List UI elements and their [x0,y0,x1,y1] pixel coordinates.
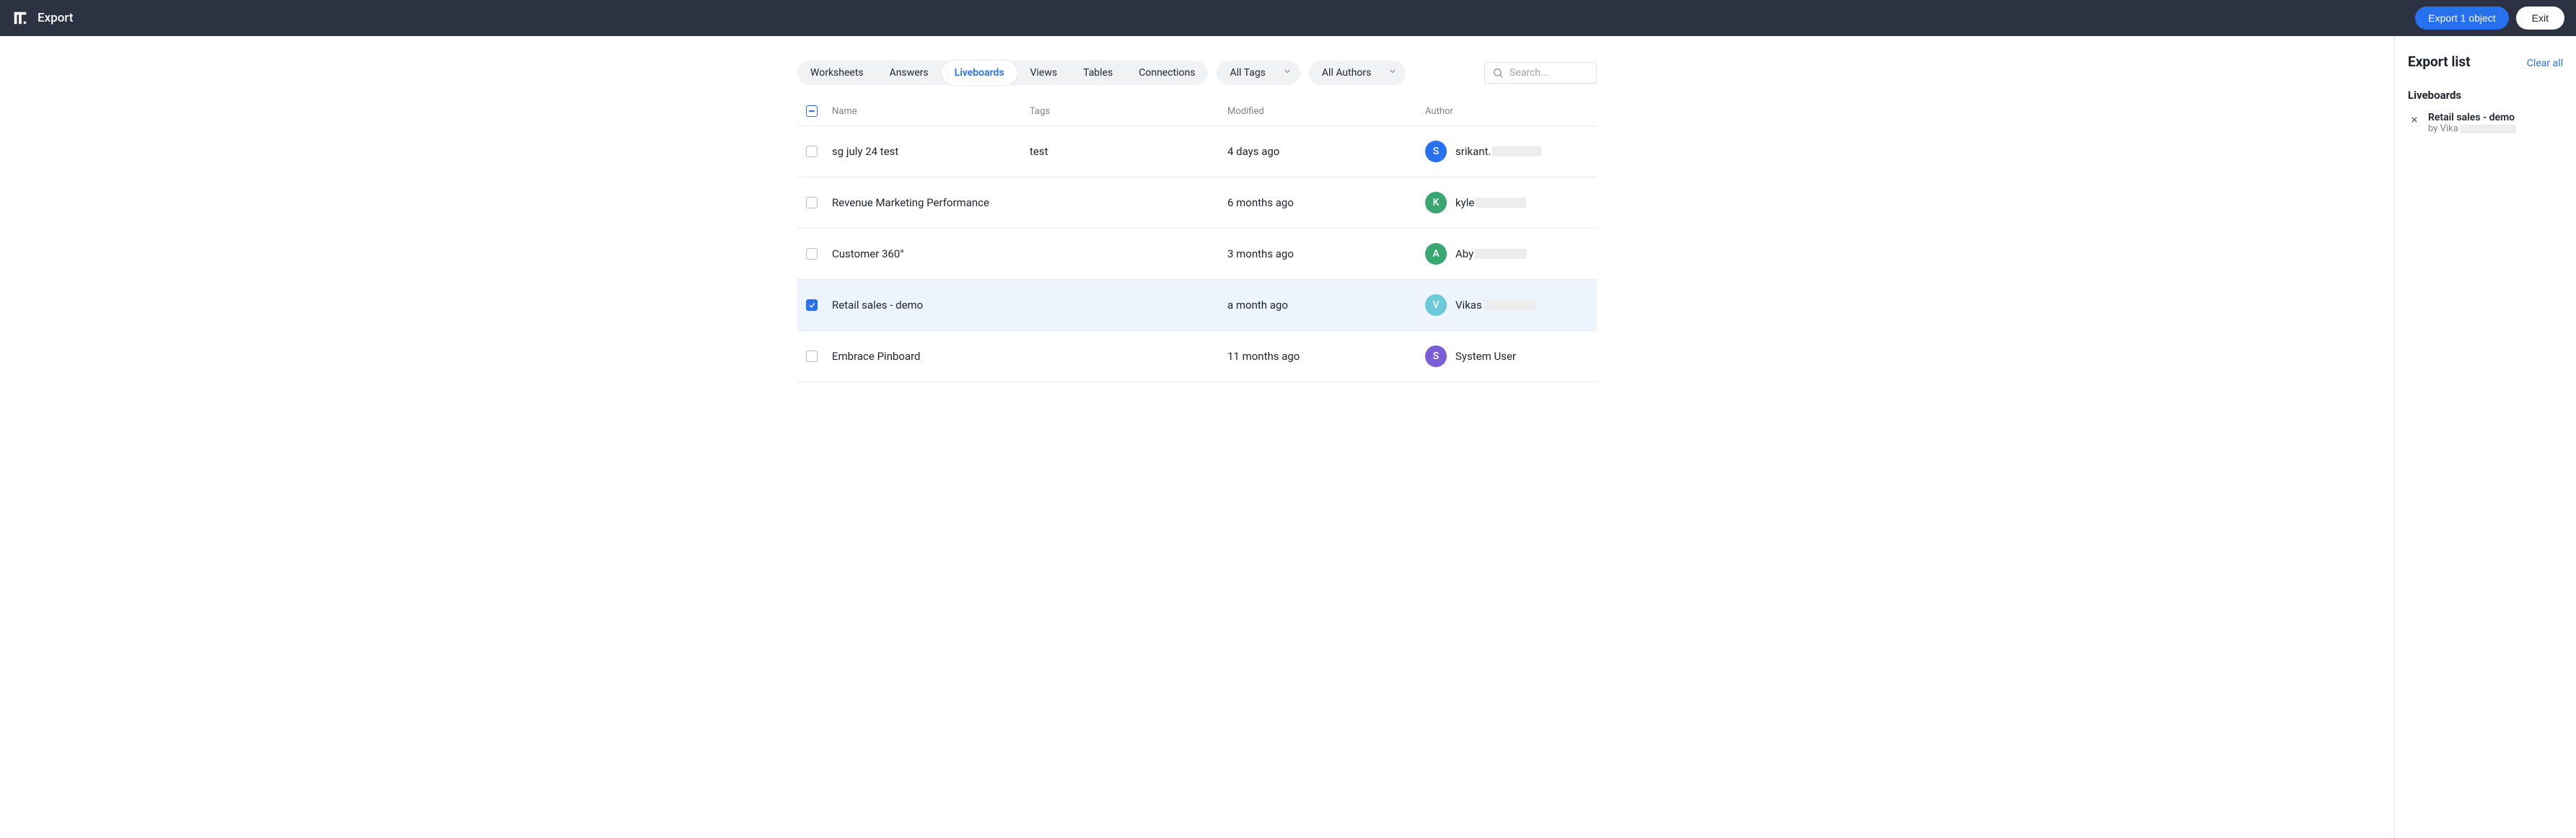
chevron-down-icon [1388,67,1397,79]
author-name: kyle [1455,196,1526,209]
row-name: sg july 24 test [832,145,1030,158]
row-modified: 11 months ago [1227,350,1425,363]
column-header-name[interactable]: Name [832,106,1030,117]
export-item: Retail sales - demoby Vika [2408,112,2563,134]
row-checkbox[interactable] [806,248,818,260]
column-header-modified[interactable]: Modified [1227,106,1425,117]
toolbar: WorksheetsAnswersLiveboardsViewsTablesCo… [797,61,1597,85]
row-author: Kkyle [1425,192,1588,213]
table-row[interactable]: Retail sales - demo a month agoV Vikas [797,280,1597,331]
redacted-text [2460,125,2516,133]
row-checkbox[interactable] [806,197,818,208]
search-icon [1492,67,1504,79]
authors-filter[interactable]: All Authors [1309,61,1406,85]
sidebar-section-title: Liveboards [2408,89,2563,102]
sidebar-title: Export list [2408,53,2471,70]
export-button[interactable]: Export 1 object [2415,6,2508,30]
clear-all-link[interactable]: Clear all [2527,58,2563,69]
close-icon [2411,116,2418,123]
row-checkbox[interactable] [806,350,818,362]
avatar: S [1425,141,1447,162]
table-row[interactable]: sg july 24 testtest4 days agoSsrikant. [797,126,1597,177]
author-name: srikant. [1455,145,1541,158]
authors-filter-label: All Authors [1322,67,1371,79]
tab-tables[interactable]: Tables [1070,61,1126,85]
export-item-author: by Vika [2428,123,2516,134]
tab-liveboards[interactable]: Liveboards [942,61,1017,85]
type-tabs: WorksheetsAnswersLiveboardsViewsTablesCo… [797,61,1208,85]
search-input[interactable] [1510,67,1589,79]
row-author: S System User [1425,345,1588,367]
row-checkbox[interactable] [806,299,818,311]
select-all-checkbox[interactable] [806,105,818,117]
row-tags: test [1030,145,1227,158]
exit-button[interactable]: Exit [2516,6,2564,30]
tab-connections[interactable]: Connections [1126,61,1208,85]
redacted-text [1492,146,1541,156]
table-row[interactable]: Customer 360° 3 months agoA Aby [797,229,1597,280]
avatar: A [1425,243,1447,265]
row-name: Revenue Marketing Performance [832,196,1030,209]
logo-icon [12,10,28,26]
table-header: Name Tags Modified Author [797,105,1597,126]
row-author: V Vikas [1425,294,1588,316]
row-modified: 3 months ago [1227,247,1425,260]
export-item-title: Retail sales - demo [2428,112,2516,123]
author-name: Aby [1455,247,1527,260]
row-name: Customer 360° [832,247,1030,260]
export-items-list: Retail sales - demoby Vika [2408,112,2563,134]
redacted-text [1484,300,1535,310]
tags-filter[interactable]: All Tags [1217,61,1300,85]
remove-item-button[interactable] [2408,113,2421,126]
table-row[interactable]: Revenue Marketing Performance 6 months ag… [797,177,1597,229]
author-name: System User [1455,350,1516,363]
export-sidebar: Export list Clear all Liveboards Retail … [2394,36,2576,838]
search-box[interactable] [1484,62,1597,84]
redacted-text [1476,198,1526,208]
column-header-author[interactable]: Author [1425,106,1588,117]
tab-answers[interactable]: Answers [877,61,942,85]
row-name: Retail sales - demo [832,299,1030,312]
main-content: WorksheetsAnswersLiveboardsViewsTablesCo… [0,36,2394,838]
tab-views[interactable]: Views [1017,61,1071,85]
top-bar: Export Export 1 object Exit [0,0,2576,36]
avatar: K [1425,192,1447,213]
row-checkbox[interactable] [806,146,818,157]
redacted-text [1475,249,1527,259]
row-modified: 6 months ago [1227,196,1425,209]
row-modified: a month ago [1227,299,1425,312]
avatar: S [1425,345,1447,367]
row-author: A Aby [1425,243,1588,265]
page-title: Export [38,11,73,25]
row-author: Ssrikant. [1425,141,1588,162]
row-name: Embrace Pinboard [832,350,1030,363]
row-modified: 4 days ago [1227,145,1425,158]
column-header-tags[interactable]: Tags [1030,106,1227,117]
avatar: V [1425,294,1447,316]
tab-worksheets[interactable]: Worksheets [797,61,877,85]
app-logo [12,9,29,27]
chevron-down-icon [1283,67,1292,79]
author-name: Vikas [1455,299,1535,312]
table-row[interactable]: Embrace Pinboard 11 months agoS System Use… [797,331,1597,382]
table-body: sg july 24 testtest4 days agoSsrikant.Re… [797,126,1597,382]
tags-filter-label: All Tags [1230,67,1265,79]
